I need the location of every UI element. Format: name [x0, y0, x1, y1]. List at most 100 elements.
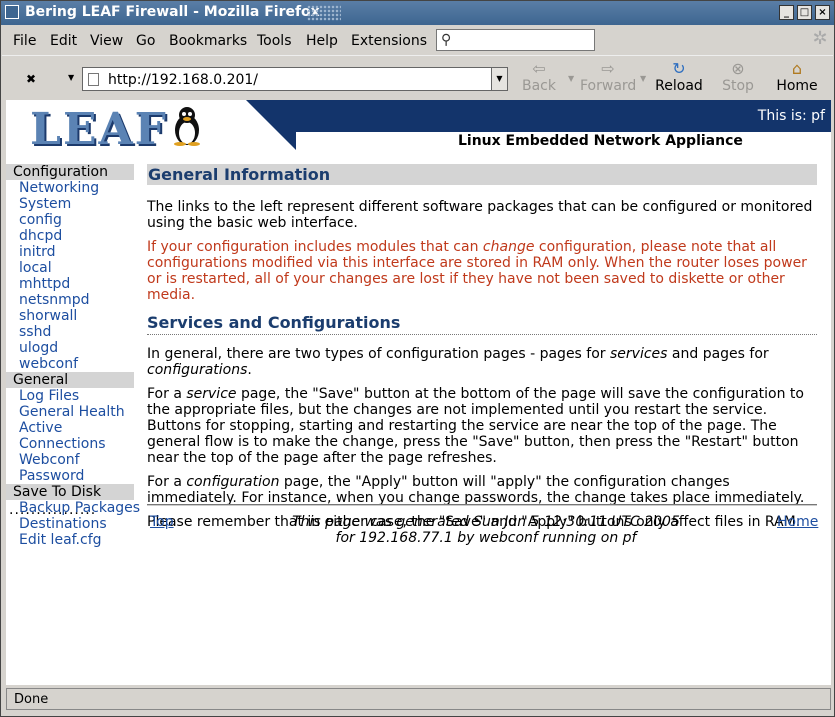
menu-edit[interactable]: Edit — [50, 33, 77, 49]
status-text: Done — [14, 692, 49, 707]
maximize-icon[interactable]: □ — [797, 5, 812, 20]
sidebar-item-system[interactable]: System — [6, 196, 136, 212]
search-input[interactable]: ⚲ — [436, 29, 595, 51]
search-icon[interactable]: ⚲ — [441, 32, 451, 48]
url-dropdown-icon[interactable]: ▼ — [491, 68, 507, 90]
sidebar-item-shorwall[interactable]: shorwall — [6, 308, 136, 324]
sidebar-item-config[interactable]: config — [6, 212, 136, 228]
banner-tagline: Linux Embedded Network Appliance — [458, 133, 743, 149]
stop-button[interactable]: ⊗ Stop — [718, 59, 758, 95]
home-button[interactable]: ⌂ Home — [774, 59, 820, 95]
banner-bar — [296, 100, 831, 132]
page-content: LEAF This is: pf Linux Embedded Network … — [6, 100, 831, 685]
back-arrow-icon: ⇦ — [532, 59, 546, 78]
sidebar-item-connections[interactable]: Connections — [6, 436, 136, 452]
sidebar-item-active[interactable]: Active — [6, 420, 136, 436]
back-button[interactable]: ⇦ Back — [518, 59, 560, 95]
top-link[interactable]: Top — [150, 514, 174, 530]
sidebar-item-general-health[interactable]: General Health — [6, 404, 136, 420]
sidebar-item-destinations[interactable]: Destinations — [6, 516, 136, 532]
sidebar-item-password[interactable]: Password — [6, 468, 136, 484]
forward-button[interactable]: ⇨ Forward — [580, 59, 637, 95]
sidebar-section-configuration: Configuration — [6, 164, 134, 180]
reload-label: Reload — [655, 78, 703, 94]
window-menu-icon[interactable] — [5, 5, 19, 19]
sidebar-item-local[interactable]: local — [6, 260, 136, 276]
generated-line-1: This page was generated Sun Jun 5 12:30:… — [292, 514, 680, 530]
service-text-b: page, the "Save" button at the bottom of… — [147, 386, 804, 466]
heading-services-configurations: Services and Configurations — [147, 313, 817, 335]
minimize-icon[interactable]: _ — [779, 5, 794, 20]
sidebar-item-initrd[interactable]: initrd — [6, 244, 136, 260]
history-dropdown-icon[interactable]: ▼ — [68, 73, 74, 82]
back-label: Back — [522, 78, 556, 94]
home-label: Home — [776, 78, 818, 94]
navigation-toolbar: ✖ ▼ http://192.168.0.201/ ▼ ⇦ Back ▼ ⇨ F… — [2, 55, 833, 99]
sidebar-item-networking[interactable]: Networking — [6, 180, 136, 196]
sidebar-item-webconf-general[interactable]: Webconf — [6, 452, 136, 468]
generated-note: This page was generated Sun Jun 5 12:30:… — [206, 514, 766, 546]
throbber-icon: ✲ — [812, 28, 828, 49]
close-icon[interactable]: × — [815, 5, 830, 20]
host-label: This is: pf — [757, 108, 825, 124]
sidebar-item-ulogd[interactable]: ulogd — [6, 340, 136, 356]
sidebar-item-netsnmpd[interactable]: netsnmpd — [6, 292, 136, 308]
back-dropdown-icon[interactable]: ▼ — [568, 74, 574, 83]
sidebar-item-dhcpd[interactable]: dhcpd — [6, 228, 136, 244]
reload-icon: ↻ — [672, 59, 686, 78]
sidebar-item-log-files[interactable]: Log Files — [6, 388, 136, 404]
warning-paragraph: If your configuration includes modules t… — [147, 239, 817, 303]
main-content: General Information The links to the lef… — [147, 164, 817, 530]
types-text-c: . — [247, 362, 252, 378]
sidebar-item-edit-leaf-cfg[interactable]: Edit leaf.cfg — [6, 532, 136, 548]
warning-text-a: If your configuration includes modules t… — [147, 239, 483, 255]
menu-view[interactable]: View — [90, 33, 123, 49]
sidebar-item-sshd[interactable]: sshd — [6, 324, 136, 340]
sidebar-item-webconf[interactable]: webconf — [6, 356, 136, 372]
url-text[interactable]: http://192.168.0.201/ — [108, 72, 258, 88]
status-bar: Done — [6, 688, 831, 710]
menu-tools[interactable]: Tools — [257, 33, 292, 49]
types-emphasis-services: services — [610, 346, 668, 362]
generated-line-2: for 192.168.77.1 by webconf running on p… — [335, 530, 637, 546]
page-icon — [88, 73, 99, 86]
url-bar[interactable]: http://192.168.0.201/ ▼ — [82, 67, 508, 91]
warning-emphasis: change — [482, 239, 535, 255]
page-proxy-icon[interactable]: ✖ — [26, 72, 36, 86]
menu-file[interactable]: File — [13, 33, 36, 49]
menu-go[interactable]: Go — [136, 33, 155, 49]
configuration-text-a: For a — [147, 474, 187, 490]
configuration-paragraph: For a configuration page, the "Apply" bu… — [147, 474, 817, 506]
menu-bar: File Edit View Go Bookmarks Tools Help E… — [2, 26, 833, 54]
service-emphasis: service — [186, 386, 237, 402]
forward-arrow-icon: ⇨ — [601, 59, 615, 78]
intro-paragraph: The links to the left represent differen… — [147, 199, 813, 231]
tux-penguin-icon — [174, 107, 200, 146]
leaf-banner: LEAF This is: pf Linux Embedded Network … — [6, 100, 831, 155]
forward-dropdown-icon[interactable]: ▼ — [640, 74, 646, 83]
forward-label: Forward — [580, 78, 637, 94]
service-paragraph: For a service page, the "Save" button at… — [147, 386, 817, 466]
leaf-logo: LEAF — [30, 104, 168, 155]
sidebar-dots: ................ — [9, 502, 97, 518]
sidebar-section-general: General — [6, 372, 134, 388]
title-grip — [307, 5, 341, 21]
menu-help[interactable]: Help — [306, 33, 338, 49]
heading-general-information: General Information — [147, 164, 817, 185]
menu-bookmarks[interactable]: Bookmarks — [169, 33, 247, 49]
stop-icon: ⊗ — [731, 59, 745, 78]
footer-divider — [147, 504, 817, 506]
menu-extensions[interactable]: Extensions — [351, 33, 427, 49]
stop-label: Stop — [722, 78, 754, 94]
sidebar: Configuration Networking System config d… — [6, 164, 140, 548]
browser-window: Bering LEAF Firewall - Mozilla Firefox _… — [0, 0, 835, 717]
reload-button[interactable]: ↻ Reload — [654, 59, 704, 95]
window-title: Bering LEAF Firewall - Mozilla Firefox — [25, 4, 320, 20]
configuration-emphasis: configuration — [186, 474, 280, 490]
types-paragraph: In general, there are two types of confi… — [147, 346, 817, 378]
types-text-a: In general, there are two types of confi… — [147, 346, 610, 362]
sidebar-section-save-to-disk: Save To Disk — [6, 484, 134, 500]
sidebar-item-mhttpd[interactable]: mhttpd — [6, 276, 136, 292]
home-icon: ⌂ — [791, 59, 803, 78]
home-link[interactable]: Home — [777, 514, 818, 530]
